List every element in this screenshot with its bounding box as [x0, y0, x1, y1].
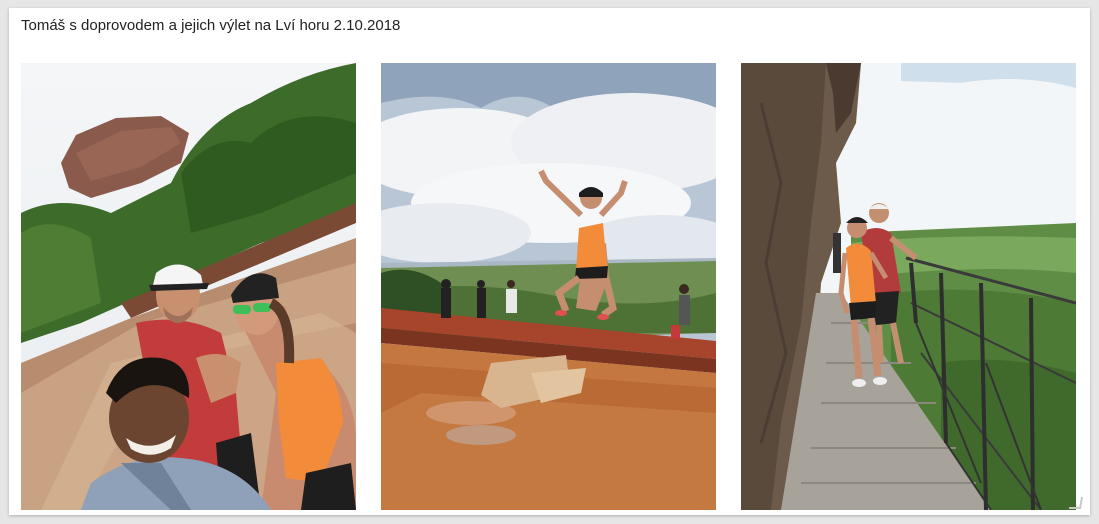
post-card: Tomáš s doprovodem a jejich výlet na Lví…	[9, 8, 1090, 515]
photo-selfie-lion-rock[interactable]	[21, 63, 356, 510]
photo-walkway-cliff[interactable]	[741, 63, 1076, 510]
photo-jump-summit-image	[381, 63, 716, 510]
resize-handle-icon	[1068, 497, 1084, 509]
photo-walkway-cliff-image	[741, 63, 1076, 510]
photo-selfie-lion-rock-image	[21, 63, 356, 510]
photo-jump-summit[interactable]	[381, 63, 716, 510]
post-caption: Tomáš s doprovodem a jejich výlet na Lví…	[21, 17, 401, 34]
